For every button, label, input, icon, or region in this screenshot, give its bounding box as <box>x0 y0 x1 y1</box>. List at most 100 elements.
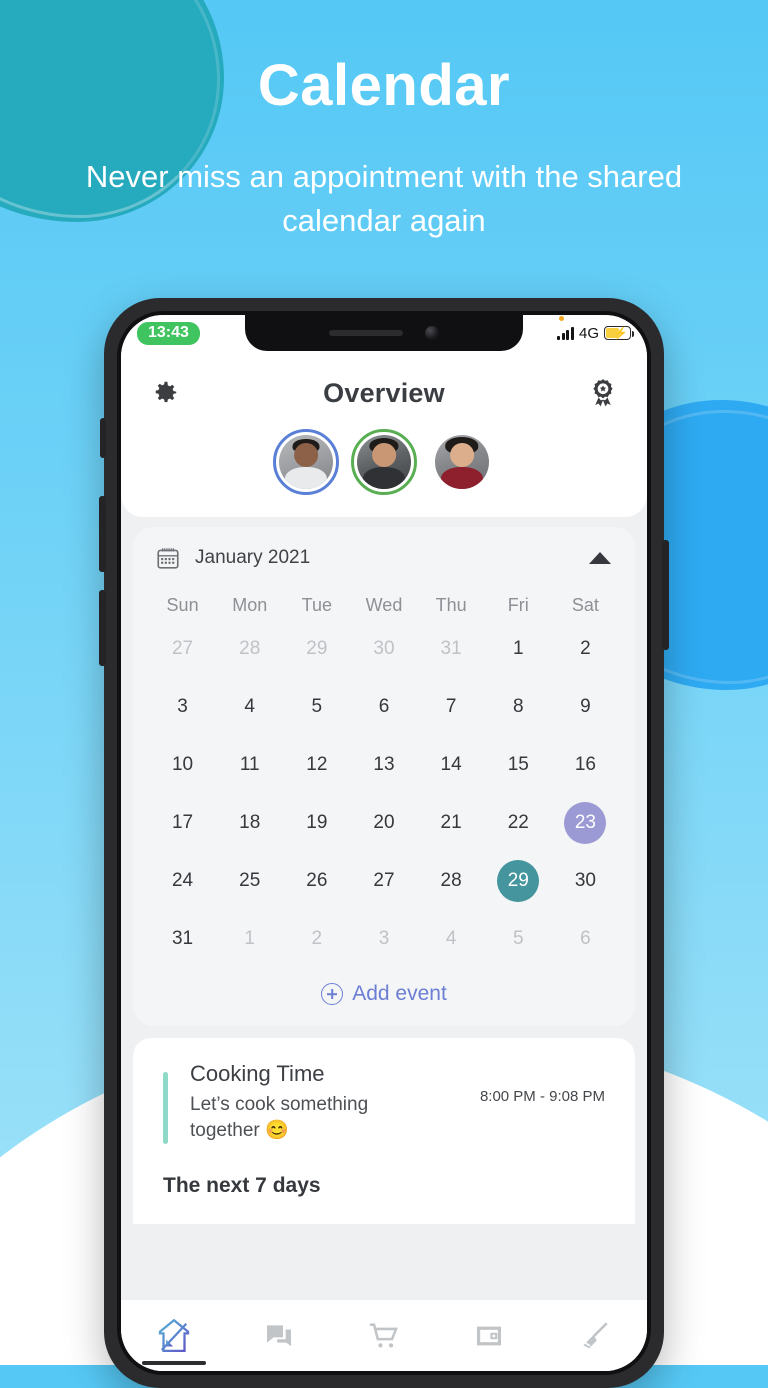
calendar-day-21[interactable]: 21 <box>430 802 472 844</box>
calendar-day-cell[interactable]: 12 <box>283 740 350 790</box>
calendar-day-cell[interactable]: 23 <box>552 798 619 848</box>
calendar-day-cell[interactable]: 21 <box>418 798 485 848</box>
calendar-day-cell[interactable]: 20 <box>350 798 417 848</box>
avatar-member-2[interactable] <box>351 429 417 495</box>
calendar-day-cell[interactable]: 5 <box>283 682 350 732</box>
nav-wallet[interactable] <box>437 1300 542 1371</box>
calendar-day-cell[interactable]: 31 <box>149 914 216 964</box>
nav-chat[interactable] <box>226 1300 331 1371</box>
calendar-day-cell[interactable]: 30 <box>350 624 417 674</box>
calendar-day-cell[interactable]: 17 <box>149 798 216 848</box>
calendar-day-29[interactable]: 29 <box>497 860 540 902</box>
calendar-day-2[interactable]: 2 <box>564 628 606 670</box>
calendar-day-27[interactable]: 27 <box>162 628 204 670</box>
calendar-day-13[interactable]: 13 <box>363 744 405 786</box>
calendar-day-cell[interactable]: 6 <box>552 914 619 964</box>
calendar-day-cell[interactable]: 28 <box>216 624 283 674</box>
calendar-day-15[interactable]: 15 <box>497 744 539 786</box>
calendar-day-10[interactable]: 10 <box>162 744 204 786</box>
nav-chores[interactable] <box>542 1300 647 1371</box>
calendar-day-30[interactable]: 30 <box>564 860 606 902</box>
calendar-day-12[interactable]: 12 <box>296 744 338 786</box>
calendar-day-cell[interactable]: 13 <box>350 740 417 790</box>
calendar-day-19[interactable]: 19 <box>296 802 338 844</box>
calendar-day-16[interactable]: 16 <box>564 744 606 786</box>
calendar-day-cell[interactable]: 25 <box>216 856 283 906</box>
calendar-day-2[interactable]: 2 <box>296 918 338 960</box>
calendar-day-cell[interactable]: 15 <box>485 740 552 790</box>
calendar-day-1[interactable]: 1 <box>497 628 539 670</box>
calendar-day-24[interactable]: 24 <box>162 860 204 902</box>
phone-volume-up-button[interactable] <box>99 496 106 572</box>
calendar-day-cell[interactable]: 24 <box>149 856 216 906</box>
calendar-day-cell[interactable]: 3 <box>350 914 417 964</box>
calendar-day-6[interactable]: 6 <box>363 686 405 728</box>
calendar-day-cell[interactable]: 1 <box>216 914 283 964</box>
phone-volume-down-button[interactable] <box>99 590 106 666</box>
calendar-day-cell[interactable]: 9 <box>552 682 619 732</box>
nav-home[interactable] <box>121 1300 226 1371</box>
add-event-button[interactable]: Add event <box>149 968 619 1016</box>
calendar-day-26[interactable]: 26 <box>296 860 338 902</box>
calendar-day-27[interactable]: 27 <box>363 860 405 902</box>
phone-mute-switch[interactable] <box>100 418 106 458</box>
calendar-day-8[interactable]: 8 <box>497 686 539 728</box>
nav-shopping[interactable] <box>331 1300 436 1371</box>
award-badge-icon[interactable] <box>583 373 623 413</box>
calendar-day-cell[interactable]: 2 <box>552 624 619 674</box>
calendar-day-5[interactable]: 5 <box>497 918 539 960</box>
calendar-day-cell[interactable]: 29 <box>283 624 350 674</box>
calendar-day-30[interactable]: 30 <box>363 628 405 670</box>
phone-power-button[interactable] <box>662 540 669 650</box>
calendar-day-22[interactable]: 22 <box>497 802 539 844</box>
calendar-day-31[interactable]: 31 <box>162 918 204 960</box>
calendar-day-cell[interactable]: 8 <box>485 682 552 732</box>
calendar-day-cell[interactable]: 3 <box>149 682 216 732</box>
calendar-day-cell[interactable]: 6 <box>350 682 417 732</box>
calendar-day-cell[interactable]: 14 <box>418 740 485 790</box>
calendar-day-28[interactable]: 28 <box>430 860 472 902</box>
calendar-day-cell[interactable]: 16 <box>552 740 619 790</box>
chevron-up-icon[interactable] <box>587 545 613 571</box>
calendar-day-17[interactable]: 17 <box>162 802 204 844</box>
calendar-day-cell[interactable]: 22 <box>485 798 552 848</box>
calendar-day-14[interactable]: 14 <box>430 744 472 786</box>
calendar-day-1[interactable]: 1 <box>229 918 271 960</box>
calendar-day-9[interactable]: 9 <box>564 686 606 728</box>
calendar-day-cell[interactable]: 2 <box>283 914 350 964</box>
calendar-day-cell[interactable]: 28 <box>418 856 485 906</box>
calendar-day-4[interactable]: 4 <box>229 686 271 728</box>
gear-icon[interactable] <box>145 373 185 413</box>
calendar-day-28[interactable]: 28 <box>229 628 271 670</box>
calendar-day-cell[interactable]: 29 <box>485 856 552 906</box>
avatar-member-3[interactable] <box>429 429 495 495</box>
calendar-day-cell[interactable]: 30 <box>552 856 619 906</box>
avatar-member-1[interactable] <box>273 429 339 495</box>
event-item[interactable]: Cooking Time Let’s cook something togeth… <box>153 1058 615 1144</box>
calendar-day-18[interactable]: 18 <box>229 802 271 844</box>
calendar-day-31[interactable]: 31 <box>430 628 472 670</box>
calendar-day-20[interactable]: 20 <box>363 802 405 844</box>
calendar-day-cell[interactable]: 4 <box>418 914 485 964</box>
calendar-day-29[interactable]: 29 <box>296 628 338 670</box>
calendar-day-23[interactable]: 23 <box>564 802 607 844</box>
calendar-header[interactable]: January 2021 <box>149 545 619 585</box>
calendar-day-25[interactable]: 25 <box>229 860 271 902</box>
calendar-day-cell[interactable]: 11 <box>216 740 283 790</box>
calendar-day-4[interactable]: 4 <box>430 918 472 960</box>
calendar-day-cell[interactable]: 27 <box>350 856 417 906</box>
calendar-day-cell[interactable]: 10 <box>149 740 216 790</box>
calendar-day-cell[interactable]: 27 <box>149 624 216 674</box>
calendar-day-7[interactable]: 7 <box>430 686 472 728</box>
calendar-day-cell[interactable]: 7 <box>418 682 485 732</box>
calendar-day-cell[interactable]: 19 <box>283 798 350 848</box>
calendar-day-cell[interactable]: 26 <box>283 856 350 906</box>
calendar-day-cell[interactable]: 4 <box>216 682 283 732</box>
calendar-day-cell[interactable]: 31 <box>418 624 485 674</box>
calendar-day-6[interactable]: 6 <box>564 918 606 960</box>
calendar-day-11[interactable]: 11 <box>229 744 271 786</box>
calendar-day-5[interactable]: 5 <box>296 686 338 728</box>
calendar-day-cell[interactable]: 1 <box>485 624 552 674</box>
calendar-day-3[interactable]: 3 <box>363 918 405 960</box>
calendar-day-cell[interactable]: 5 <box>485 914 552 964</box>
